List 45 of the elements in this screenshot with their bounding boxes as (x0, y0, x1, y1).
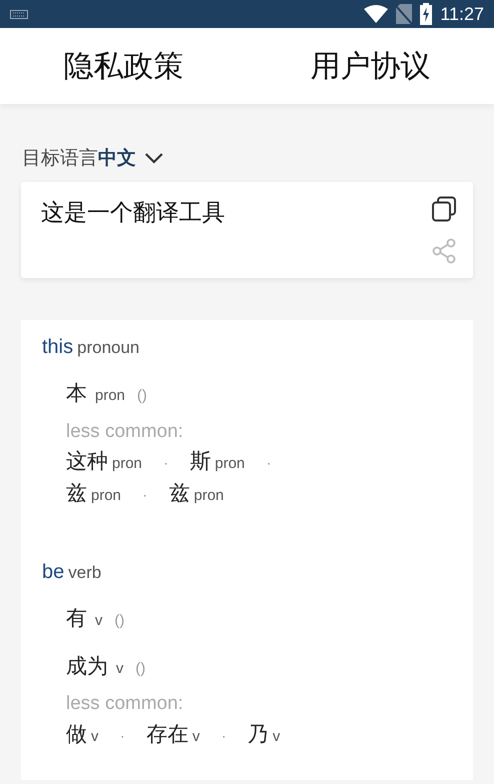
translation-word: 兹 (168, 480, 190, 506)
translated-text: 这是一个翻译工具 (41, 199, 226, 228)
headword: this (42, 335, 74, 360)
header-tab[interactable]: 隐私政策 (64, 44, 184, 88)
part-of-speech: v (192, 726, 200, 746)
part-of-speech: v (91, 726, 98, 746)
separator-dot: · (164, 456, 168, 473)
copy-icon[interactable] (431, 196, 457, 222)
wifi-icon (364, 5, 388, 23)
part-of-speech: v (95, 611, 102, 631)
translation-word: 本 (66, 380, 87, 407)
note-text: () (136, 658, 146, 678)
part-of-speech: pron (91, 486, 122, 506)
note-text: () (114, 611, 124, 631)
part-of-speech: pron (214, 454, 245, 474)
clock-text: 11:27 (440, 2, 484, 26)
chevron-down-icon[interactable] (144, 152, 164, 164)
translation-word: 兹 (66, 480, 87, 506)
part-of-speech: v (272, 726, 280, 746)
translation-word: 这种 (66, 448, 108, 475)
part-of-speech: pron (95, 386, 126, 406)
part-of-speech: pron (194, 486, 224, 506)
translation-word: 斯 (190, 448, 211, 475)
note-text: () (137, 386, 148, 406)
header-tab[interactable]: 用户协议 (310, 44, 430, 88)
translation-word: 乃 (248, 720, 269, 748)
battery-charging-icon (420, 3, 432, 25)
separator-dot: · (266, 456, 271, 473)
part-of-speech: v (116, 658, 124, 678)
no-sim-icon (396, 4, 412, 24)
headword: be (42, 560, 64, 585)
translation-word: 做 (66, 720, 87, 748)
part-of-speech: pronoun (77, 337, 140, 359)
part-of-speech: pron (112, 454, 142, 474)
separator-dot: · (143, 488, 147, 504)
less-common-label: less common: (66, 692, 184, 716)
translation-word: 有 (66, 605, 87, 632)
translation-word: 成为 (66, 652, 108, 680)
part-of-speech: verb (68, 562, 102, 584)
keyboard-icon (10, 10, 28, 18)
target-language-selector[interactable]: 目标语言中文 (22, 144, 136, 172)
translation-word: 存在 (146, 720, 188, 748)
separator-dot: · (222, 728, 226, 746)
less-common-label: less common: (66, 420, 184, 444)
separator-dot: · (120, 728, 124, 746)
